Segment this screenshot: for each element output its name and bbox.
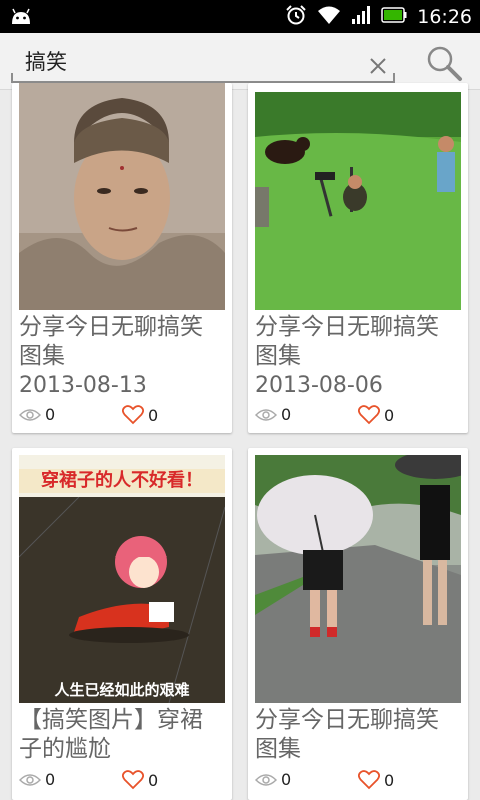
post-date: 2013-08-13 [19,373,147,398]
like-count-value: 0 [148,770,159,790]
search-field [11,41,395,83]
eye-icon [255,773,277,786]
android-icon [10,7,32,29]
view-count: 0 [19,770,55,789]
search-input[interactable] [25,44,345,78]
like-button[interactable]: 0 [358,405,394,425]
clear-search-button[interactable] [366,54,390,78]
eye-icon [255,408,277,421]
eye-icon [19,408,41,421]
heart-icon [358,770,380,790]
like-button[interactable]: 0 [122,405,158,425]
post-image [255,455,461,703]
alarm-icon [285,4,307,30]
signal-icon [351,5,371,29]
post-image [255,92,461,310]
post-title: 【搞笑图片】穿裙子的尴尬 [19,707,203,762]
search-icon [427,46,462,81]
view-count-value: 0 [281,770,292,789]
view-count-value: 0 [281,405,292,424]
post-title: 分享今日无聊搞笑图集 [255,707,439,762]
like-count-value: 0 [148,405,159,425]
post-image: 穿裙子的人不好看！ 人生已经如此的艰难 [19,455,225,703]
post-title: 分享今日无聊搞笑图集 [255,314,439,369]
wifi-icon [317,5,341,29]
eye-icon [19,773,41,786]
like-button[interactable]: 0 [358,770,394,790]
like-button[interactable]: 0 [122,770,158,790]
post-date: 2013-08-06 [255,373,383,398]
search-bar [0,33,480,90]
heart-icon [122,405,144,425]
post-title: 分享今日无聊搞笑图集 [19,314,203,369]
view-count: 0 [19,405,55,424]
heart-icon [122,770,144,790]
image-caption-bottom: 人生已经如此的艰难 [54,681,190,699]
post-image [19,83,225,310]
like-count-value: 0 [384,770,395,790]
status-time: 16:26 [417,6,472,28]
status-bar: 16:26 [0,0,480,33]
close-icon [370,58,386,74]
heart-icon [358,405,380,425]
view-count: 0 [255,770,291,789]
view-count: 0 [255,405,291,424]
like-count-value: 0 [384,405,395,425]
post-card[interactable]: 分享今日无聊搞笑图集 0 0 [248,448,468,800]
image-caption-top: 穿裙子的人不好看！ [19,469,225,493]
search-button[interactable] [422,41,466,85]
post-card[interactable]: 分享今日无聊搞笑图集 2013-08-06 0 0 [248,83,468,433]
battery-icon [381,7,407,27]
post-card[interactable]: 穿裙子的人不好看！ 人生已经如此的艰难 【搞笑图片】穿裙子的尴尬 0 0 [12,448,232,800]
post-card[interactable]: 分享今日无聊搞笑图集 2013-08-13 0 0 [12,83,232,433]
view-count-value: 0 [45,770,56,789]
view-count-value: 0 [45,405,56,424]
